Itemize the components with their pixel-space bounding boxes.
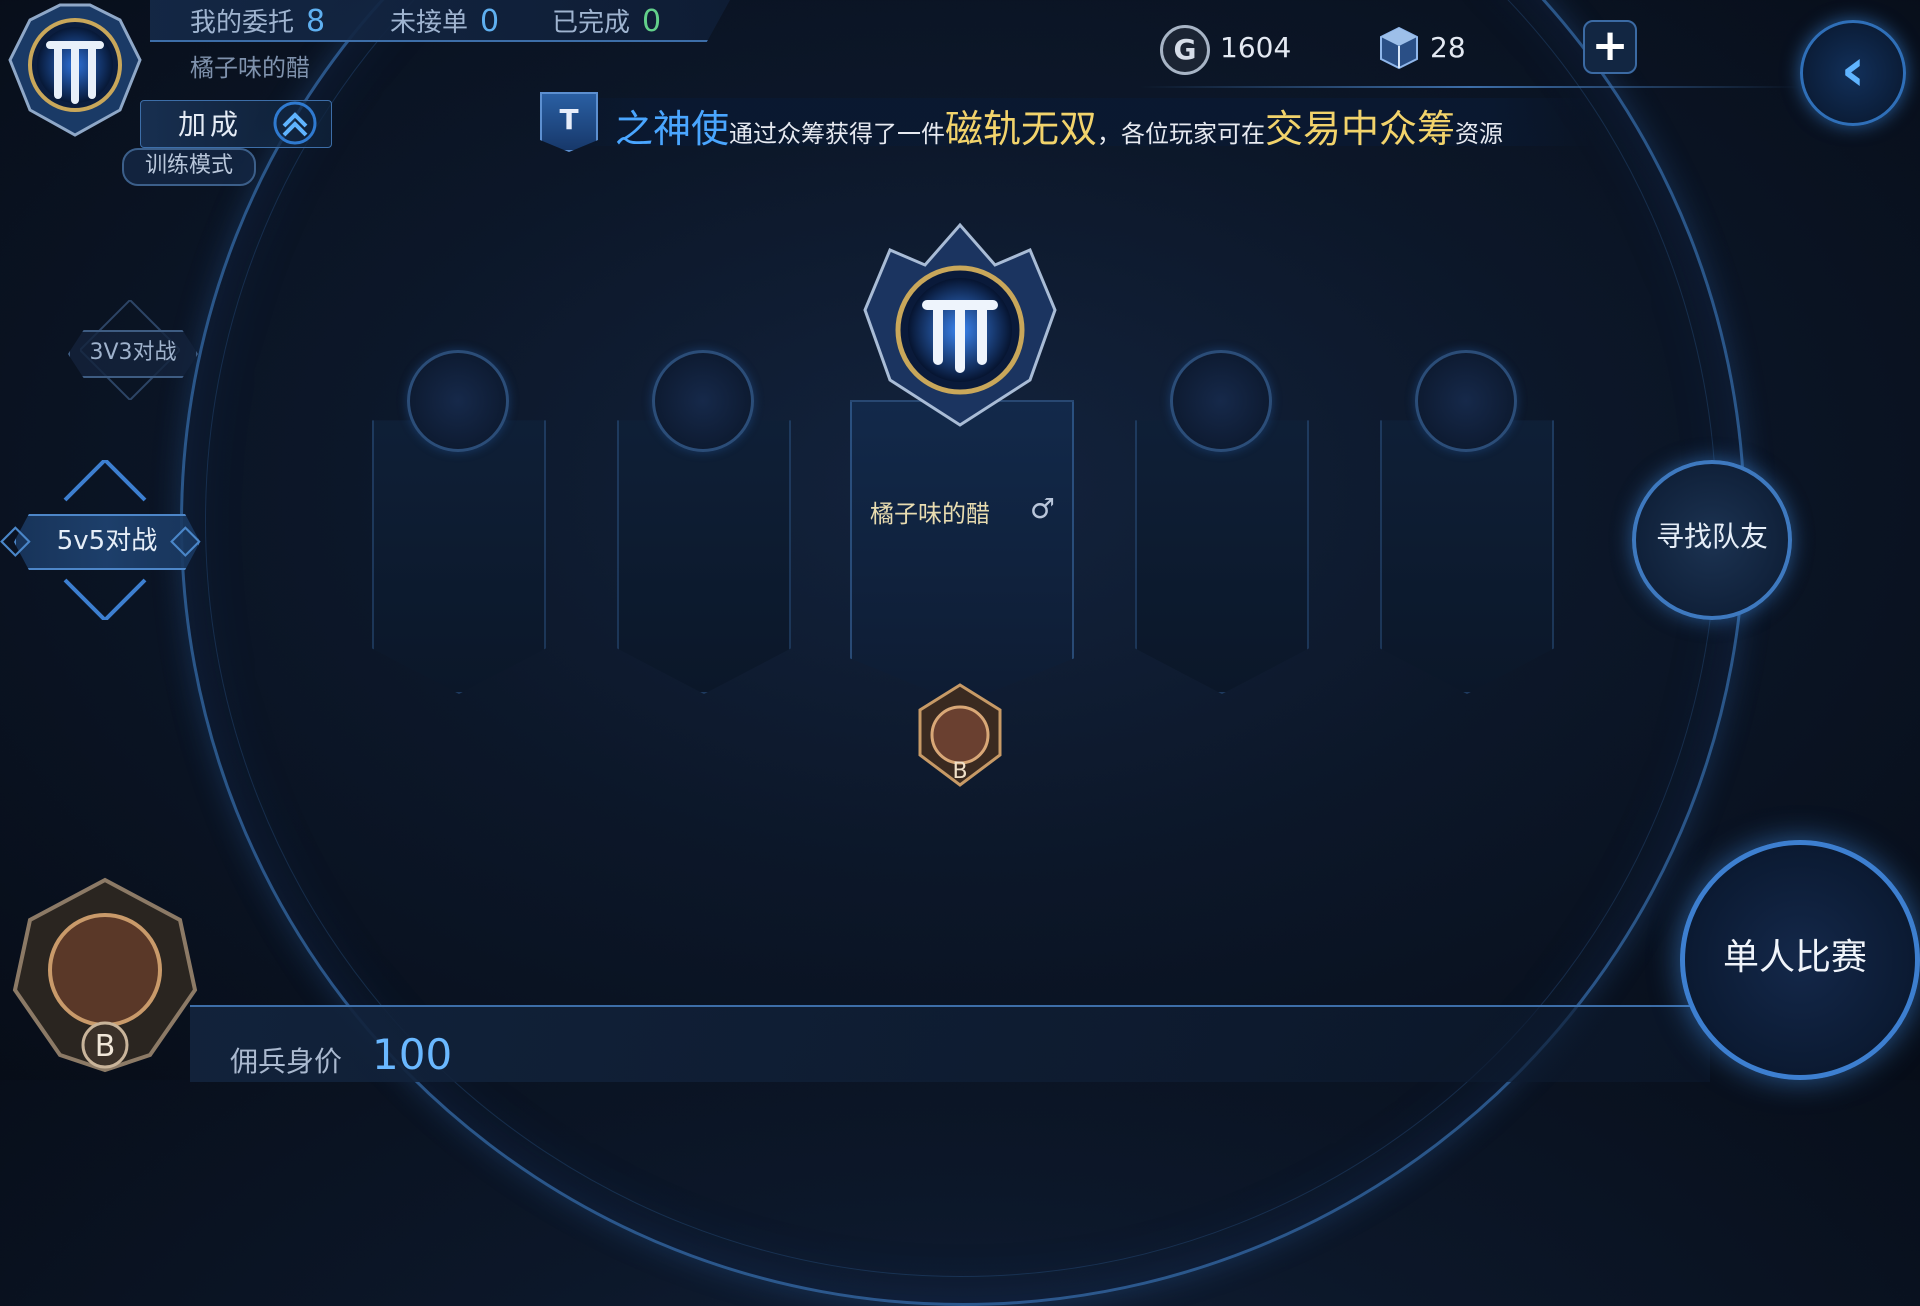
unaccepted-stat[interactable]: 未接单 0 (390, 2, 499, 39)
broadcast-place: 交易中众筹 (1265, 107, 1456, 151)
player-emblem-icon[interactable] (0, 0, 150, 140)
solo-match-label: 单人比赛 (1722, 937, 1867, 978)
my-commission-stat[interactable]: 我的委托 8 (190, 2, 325, 39)
rank-letter-large: B (95, 1029, 116, 1064)
mercenary-value: 100 (372, 1030, 453, 1079)
broadcast-sender: 之神使 (615, 107, 730, 151)
username-top: 橘子味的醋 (190, 54, 310, 82)
unaccepted-label: 未接单 (390, 8, 469, 38)
center-player-emblem-icon (863, 222, 1057, 427)
currency-divider (1140, 86, 1800, 88)
training-mode-button[interactable]: 训练模式 (122, 148, 256, 186)
cube-currency-icon (1380, 26, 1418, 70)
add-currency-button[interactable]: + (1583, 20, 1637, 74)
commission-value: 8 (306, 4, 326, 39)
diamond-right-icon: ◇ (170, 516, 201, 562)
empty-avatar-icon[interactable] (1170, 350, 1272, 452)
broadcast-text-1: 通过众筹获得了一件 (729, 120, 946, 148)
empty-avatar-icon[interactable] (407, 350, 509, 452)
mode-3v3-button[interactable]: 3V3对战 (68, 330, 198, 378)
bonus-label: 加成 (178, 108, 243, 141)
broadcast-flag-icon: T (540, 92, 598, 152)
commission-label: 我的委托 (190, 8, 295, 38)
broadcast-text-3: 资源 (1455, 120, 1504, 148)
broadcast-item: 磁轨无双 (945, 107, 1098, 151)
broadcast-message: 之神使通过众筹获得了一件磁轨无双，各位玩家可在交易中众筹资源 (615, 98, 1503, 153)
gold-coin-icon: G (1160, 25, 1210, 75)
rank-letter: B (952, 759, 967, 784)
find-teammates-button[interactable]: 寻找队友 (1632, 460, 1792, 620)
male-gender-icon: ♂ (1030, 492, 1056, 525)
empty-avatar-icon[interactable] (652, 350, 754, 452)
completed-label: 已完成 (552, 8, 631, 38)
completed-value: 0 (642, 4, 662, 39)
empty-avatar-icon[interactable] (1415, 350, 1517, 452)
gold-amount: 1604 (1220, 31, 1292, 64)
mercenary-value-label: 佣兵身价 (230, 1045, 343, 1078)
cube-amount: 28 (1430, 31, 1466, 64)
rank-badge-icon: B (918, 683, 1002, 787)
chevron-left-icon: ‹ (1840, 35, 1866, 105)
player-name: 橘子味的醋 (870, 500, 990, 528)
diamond-left-icon: ◇ (0, 516, 31, 562)
back-button[interactable]: ‹ (1800, 20, 1906, 126)
rank-up-chevron-icon (273, 101, 317, 145)
completed-stat[interactable]: 已完成 0 (552, 2, 661, 39)
broadcast-text-2: ，各位玩家可在 (1097, 120, 1266, 148)
unaccepted-value: 0 (480, 4, 500, 39)
team-slot-self[interactable] (850, 400, 1074, 704)
player-rank-badge-icon[interactable]: B (0, 870, 210, 1080)
